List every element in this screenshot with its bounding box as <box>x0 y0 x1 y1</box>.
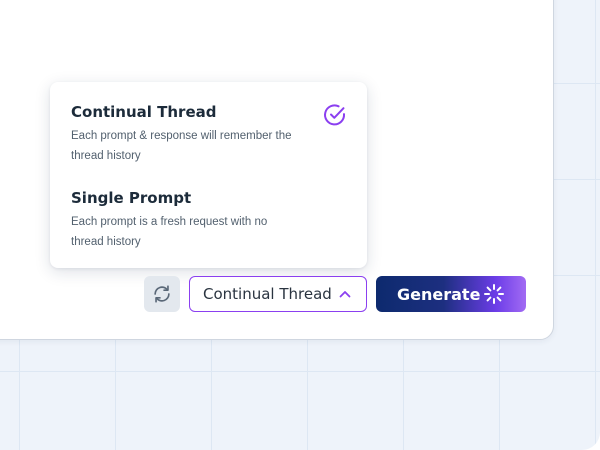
check-circle-icon <box>324 104 346 126</box>
refresh-button[interactable] <box>144 276 180 312</box>
option-single-prompt[interactable]: Single Prompt Each prompt is a fresh req… <box>71 188 351 252</box>
thread-mode-menu: Continual Thread Each prompt & response … <box>50 82 367 268</box>
generate-label: Generate <box>397 284 481 304</box>
option-description: Each prompt & response will remember the… <box>71 130 292 162</box>
thread-mode-value: Continual Thread <box>203 285 332 303</box>
option-description: Each prompt is a fresh request with no t… <box>71 216 268 248</box>
refresh-icon <box>154 285 170 303</box>
thread-mode-select[interactable]: Continual Thread <box>189 276 367 312</box>
option-title: Single Prompt <box>71 189 192 207</box>
spinner-icon <box>484 284 504 304</box>
chevron-up-icon <box>339 291 351 298</box>
option-continual-thread[interactable]: Continual Thread Each prompt & response … <box>71 102 351 166</box>
generate-button[interactable]: Generate <box>376 276 526 312</box>
option-title: Continual Thread <box>71 103 217 121</box>
